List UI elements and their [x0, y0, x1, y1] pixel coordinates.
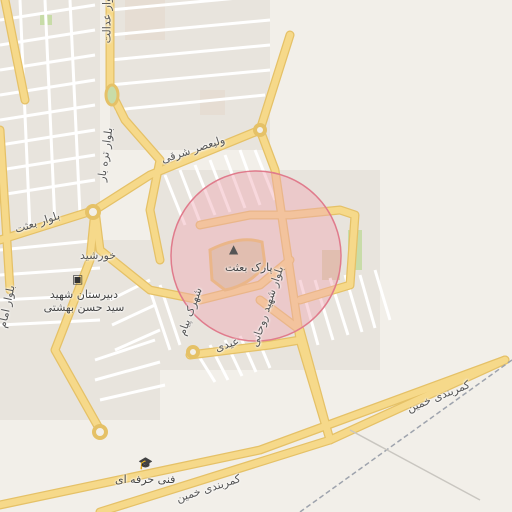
tree-icon: ▲: [229, 242, 239, 256]
poi-label-fanni: فنی حرفه ای: [115, 473, 176, 486]
school-icon: ▣: [72, 272, 84, 286]
place-label-khorshid: خورشید: [80, 249, 117, 262]
map-canvas: [0, 0, 512, 512]
poi-label-park: پارک بعثت: [225, 261, 273, 274]
poi-label-school: دبیرستان شهید سید حسن بهشتی: [43, 288, 125, 314]
map-view[interactable]: ولیعصر شرقی بلوار بعثت بلوار تره بار بلو…: [0, 0, 512, 512]
graduation-cap-icon: 🎓: [138, 456, 153, 470]
street-label-blvd-topleft: بلوار عدالت: [100, 0, 114, 44]
